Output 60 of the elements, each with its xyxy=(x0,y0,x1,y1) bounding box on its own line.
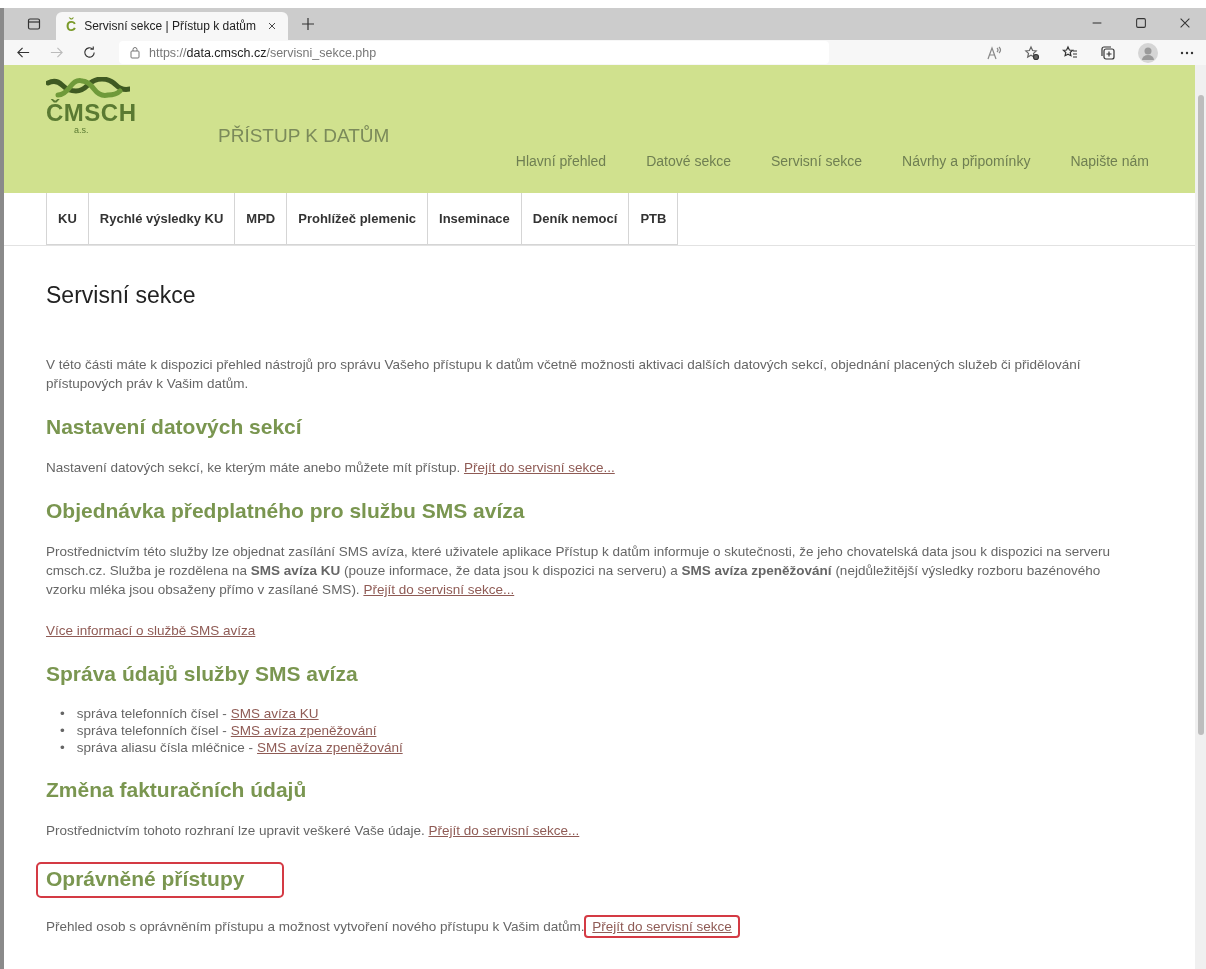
app-tab[interactable]: Inseminace xyxy=(427,193,521,245)
app-tab[interactable]: Prohlížeč plemenic xyxy=(286,193,427,245)
section-text: Prostřednictvím tohoto rozhraní lze upravit veškeré Vaše údaje. Přejít do servisní sekce... xyxy=(46,822,581,840)
list-link[interactable]: SMS avíza zpeněžování xyxy=(230,722,377,739)
favorites-icon[interactable] xyxy=(1062,44,1078,61)
section-link[interactable]: Přejít do servisní sekce... xyxy=(363,582,515,597)
close-icon[interactable] xyxy=(1178,16,1192,30)
section-link[interactable]: Přejít do servisní sekce... xyxy=(463,460,615,475)
sidebar-icon[interactable] xyxy=(26,16,42,32)
bullet: • xyxy=(60,722,65,739)
site-title: PŘÍSTUP K DATŮM xyxy=(218,125,390,147)
section-link[interactable]: Přejít do servisní sekce... xyxy=(428,823,580,838)
nav-link[interactable]: Napište nám xyxy=(1070,153,1149,169)
section-text: Prostřednictvím této služby lze objednat zasílání SMS avíza, které uživatele aplikace Přístup k datům informuje o skutečnosti, že jeho chovatelská data jsou k dispozici na serveru cmsch.cz. Služba je rozdělena na SMS avíza KU (pouze informace, že data jsou k dispozici na serveru) a SMS avíza zpeněžování (nejdůležitější výsledky rozboru bazénového vzorku mléka jsou obsaženy přímo v zasílané SMS). Přejít do servisní sekce... xyxy=(46,543,1112,599)
list-item: správa telefonních čísel - xyxy=(76,705,227,722)
close-icon[interactable] xyxy=(266,20,278,32)
section-heading: Změna fakturačních údajů xyxy=(46,778,307,802)
page-title: Servisní sekce xyxy=(46,282,197,309)
info-link[interactable]: Více informací o službě SMS avíza xyxy=(46,623,256,638)
logo-text: ČMSCH xyxy=(46,101,137,125)
lock-icon xyxy=(129,46,141,59)
app-tab[interactable]: KU xyxy=(46,193,88,245)
app-tab[interactable]: PTB xyxy=(628,193,679,245)
section-heading: Oprávněné přístupy xyxy=(36,862,285,898)
nav-link[interactable]: Datové sekce xyxy=(646,153,731,169)
app-tab[interactable]: MPD xyxy=(234,193,287,245)
plus-icon[interactable] xyxy=(300,16,316,32)
read-aloud-icon[interactable] xyxy=(986,44,1002,61)
app-tab[interactable]: Deník nemocí xyxy=(520,193,629,245)
section-heading: Správa údajů služby SMS avíza xyxy=(46,662,358,686)
add-favorite-icon[interactable] xyxy=(1024,44,1040,61)
section-text: Nastavení datových sekcí, ke kterým máte anebo můžete mít přístup. Přejít do servisní sekce... xyxy=(46,459,616,477)
logo-icon xyxy=(46,77,130,99)
section-link[interactable]: Přejít do servisní sekce xyxy=(584,915,740,938)
bullet: • xyxy=(60,739,65,756)
bullet: • xyxy=(60,705,65,722)
maximize-icon[interactable] xyxy=(1134,16,1148,30)
section-heading: Nastavení datových sekcí xyxy=(46,415,302,439)
section-text: Přehled osob s oprávněním přístupu a možnost vytvoření nového přístupu k Vašim datům. Přejít do servisní sekce xyxy=(46,917,1125,936)
scrollbar-thumb[interactable] xyxy=(1198,95,1204,735)
browser-tab[interactable]: Č Servisní sekce | Přístup k datům xyxy=(56,12,288,40)
section-heading: Objednávka předplatného pro službu SMS avíza xyxy=(46,499,525,523)
logo-suffix: a.s. xyxy=(74,125,89,135)
list-link[interactable]: SMS avíza zpeněžování xyxy=(257,739,403,756)
list-link[interactable]: SMS avíza KU xyxy=(230,705,319,722)
intro-text: V této části máte k dispozici přehled nástrojů pro správu Vašeho přístupu k datům včetně možnosti aktivaci dalších datových sekcí, objednání placených služeb či přidělování přístupových práv k Vašim datům. xyxy=(46,356,1082,393)
refresh-icon[interactable] xyxy=(82,45,97,60)
back-icon[interactable] xyxy=(16,45,31,60)
nav-link[interactable]: Hlavní přehled xyxy=(515,153,607,169)
tab-title: Servisní sekce | Přístup k datům xyxy=(84,19,257,33)
nav-link[interactable]: Servisní sekce xyxy=(770,153,862,169)
more-icon[interactable] xyxy=(1180,50,1194,55)
collections-icon[interactable] xyxy=(1100,44,1116,61)
app-tab[interactable]: Rychlé výsledky KU xyxy=(87,193,235,245)
list-item: správa telefonních čísel - xyxy=(76,722,227,739)
favicon: Č xyxy=(66,18,77,34)
nav-link[interactable]: Návrhy a připomínky xyxy=(902,153,1031,169)
address-field[interactable]: https://data.cmsch.cz/servisni_sekce.php xyxy=(119,41,829,64)
avatar-icon[interactable] xyxy=(1138,42,1158,63)
list-item: správa aliasu čísla mléčnice - xyxy=(76,739,254,756)
